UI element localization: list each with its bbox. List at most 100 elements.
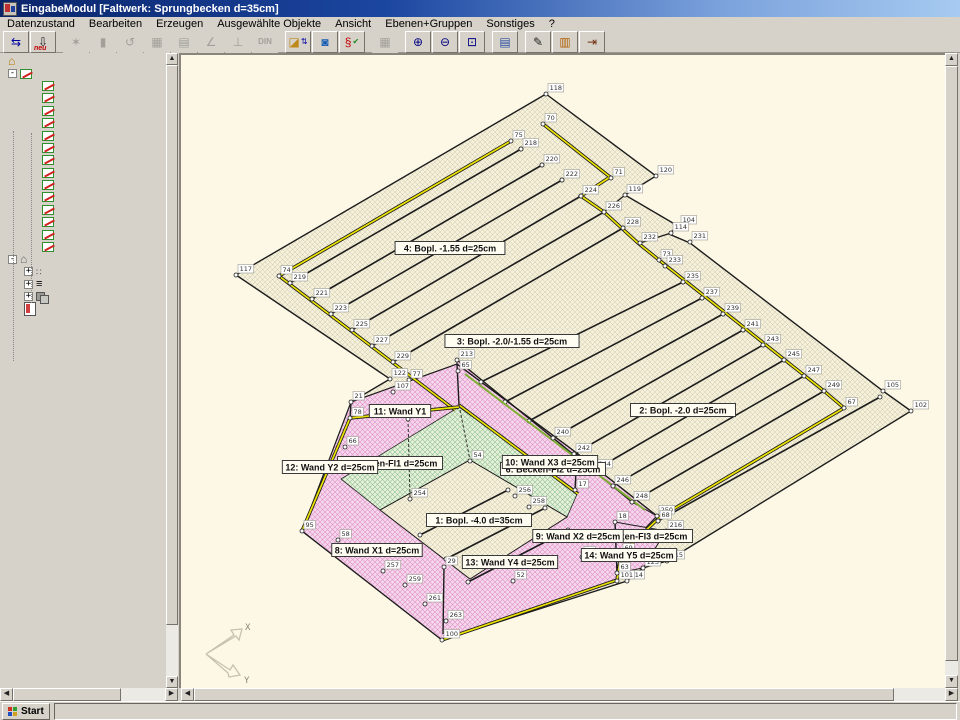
canvas-vscrollbar[interactable]: ▲ ▼ [945, 53, 958, 688]
tree-item-auswahllisten[interactable] [0, 303, 166, 315]
node-marker [468, 459, 472, 463]
canvas-vscroll-thumb[interactable] [945, 66, 958, 661]
tree-item-ebenen[interactable]: - [0, 67, 166, 79]
canvas-scroll-up-icon[interactable]: ▲ [945, 53, 958, 66]
drawing-canvas[interactable]: 1187075218220222224226711201192281041142… [179, 53, 945, 688]
tree-item-ebene-7[interactable] [0, 167, 166, 179]
print-icon: ▤ [499, 36, 510, 48]
delete-button: ▮ [90, 31, 116, 53]
sidebar-scroll-right-icon[interactable]: ▶ [165, 688, 178, 701]
tree-item-ebene-3[interactable] [0, 117, 166, 129]
application-window: EingabeModul [Faltwerk: Sprungbecken d=3… [0, 0, 960, 720]
node-marker [560, 178, 564, 182]
tree-item-punkte[interactable]: +∷ [0, 266, 166, 278]
tree-item-system[interactable]: -⌂ [0, 253, 166, 265]
menu-item-bearbeiten[interactable]: Bearbeiten [82, 17, 149, 31]
node-marker [761, 343, 765, 347]
manual-icon: ▥ [559, 36, 570, 48]
canvas-scroll-left-icon[interactable]: ◀ [181, 688, 194, 701]
sidebar-hscrollbar[interactable]: ◀ ▶ [0, 688, 178, 701]
node-marker [802, 374, 806, 378]
node-label: 259 [409, 575, 421, 583]
node-label: 261 [429, 594, 441, 602]
tree-item-bauteil[interactable]: ⌂ [0, 55, 166, 67]
menu-item-ansicht[interactable]: Ansicht [328, 17, 378, 31]
menu-item-erzeugen[interactable]: Erzeugen [149, 17, 210, 31]
node-marker [782, 358, 786, 362]
linien-icon: ≡ [36, 279, 49, 289]
menu-item-ebenen-gruppen[interactable]: Ebenen+Gruppen [378, 17, 479, 31]
start-label: Start [21, 706, 44, 717]
exit-button[interactable]: ⇥ [579, 31, 605, 53]
import-button[interactable]: ◪⇅ [285, 31, 311, 53]
axis-arrow-icon [206, 629, 242, 654]
tree-item-ebene-0[interactable] [0, 80, 166, 92]
sidebar-scroll-down-icon[interactable]: ▼ [166, 676, 178, 688]
node-marker [613, 520, 617, 524]
node-label: 258 [533, 497, 545, 505]
node-marker [611, 484, 615, 488]
tree-item-ebene-12[interactable] [0, 228, 166, 240]
tree-item-ebene-2[interactable] [0, 105, 166, 117]
new-button[interactable]: ⇩neu [30, 31, 56, 53]
zoom-window-icon: ⊡ [467, 36, 477, 48]
canvas-scroll-right-icon[interactable]: ▶ [945, 688, 958, 701]
grid-button: ▦ [144, 31, 170, 53]
node-marker [657, 258, 661, 262]
menu-item-sonstiges[interactable]: Sonstiges [479, 17, 541, 31]
layer-icon [20, 69, 32, 79]
zoom-out-icon: ⊖ [440, 36, 450, 48]
node-label: 233 [669, 256, 681, 264]
undo-icon: ↺ [125, 36, 135, 48]
sidebar-scroll-left-icon[interactable]: ◀ [0, 688, 13, 701]
menu-item-ausgew-hlte-objekte[interactable]: Ausgewählte Objekte [210, 17, 328, 31]
node-label: 63 [621, 563, 629, 571]
tree-item-ebene-10[interactable] [0, 204, 166, 216]
tree-item-ebene-1[interactable] [0, 92, 166, 104]
axis-label: Y [244, 676, 250, 686]
tree-item-ebene-11[interactable] [0, 216, 166, 228]
node-label: 218 [525, 139, 537, 147]
zoom-in-button[interactable]: ⊕ [405, 31, 431, 53]
manual-button[interactable]: ▥ [552, 31, 578, 53]
sidebar-hscroll-thumb[interactable] [13, 688, 121, 701]
canvas-hscroll-thumb[interactable] [194, 688, 894, 701]
sidebar-scroll-up-icon[interactable]: ▲ [166, 53, 178, 65]
fine-grid-icon: ▦ [379, 36, 390, 48]
collapse-icon[interactable]: - [8, 69, 17, 78]
toolbar: ⇆⇩neu✶▮↺▦▤∠⊥DIN◪⇅◙§✔▦⊕⊖⊡▤✎▥⇥ [0, 31, 960, 53]
node-label: 240 [557, 428, 569, 436]
sidebar-scroll-thumb[interactable] [166, 65, 178, 625]
sidebar-vscrollbar[interactable]: ▲ ▼ [166, 53, 178, 688]
tree-item-ebene-6[interactable] [0, 154, 166, 166]
zoom-window-button[interactable]: ⊡ [459, 31, 485, 53]
zoom-out-button[interactable]: ⊖ [432, 31, 458, 53]
print-button[interactable]: ▤ [492, 31, 518, 53]
norm-check-button[interactable]: §✔ [339, 31, 365, 53]
node-label: 117 [240, 265, 252, 273]
node-marker [621, 226, 625, 230]
data-state-icon: ⇆ [11, 36, 21, 48]
tree-item-ebene-8[interactable] [0, 179, 166, 191]
canvas-hscrollbar[interactable]: ◀ ▶ [181, 688, 958, 701]
menu-item--[interactable]: ? [542, 17, 562, 31]
start-button[interactable]: Start [2, 703, 50, 720]
node-marker [381, 569, 385, 573]
tree-item-ebene-9[interactable] [0, 191, 166, 203]
view-options-button[interactable]: ✎ [525, 31, 551, 53]
tree-item-flaeche[interactable]: + [0, 290, 166, 302]
node-marker [440, 638, 444, 642]
node-marker [519, 147, 523, 151]
tree-item-ebene-5[interactable] [0, 142, 166, 154]
node-label: 120 [660, 166, 672, 174]
mesh-check-button[interactable]: ◙ [312, 31, 338, 53]
canvas-scroll-down-icon[interactable]: ▼ [945, 675, 958, 688]
tree-item-ebene-4[interactable] [0, 129, 166, 141]
node-label: 66 [349, 437, 357, 445]
tree-item-linien[interactable]: +≡ [0, 278, 166, 290]
node-label: 254 [414, 489, 426, 497]
data-state-button[interactable]: ⇆ [3, 31, 29, 53]
delete-icon: ▮ [100, 36, 107, 48]
node-marker [909, 409, 913, 413]
menu-item-datenzustand[interactable]: Datenzustand [0, 17, 82, 31]
